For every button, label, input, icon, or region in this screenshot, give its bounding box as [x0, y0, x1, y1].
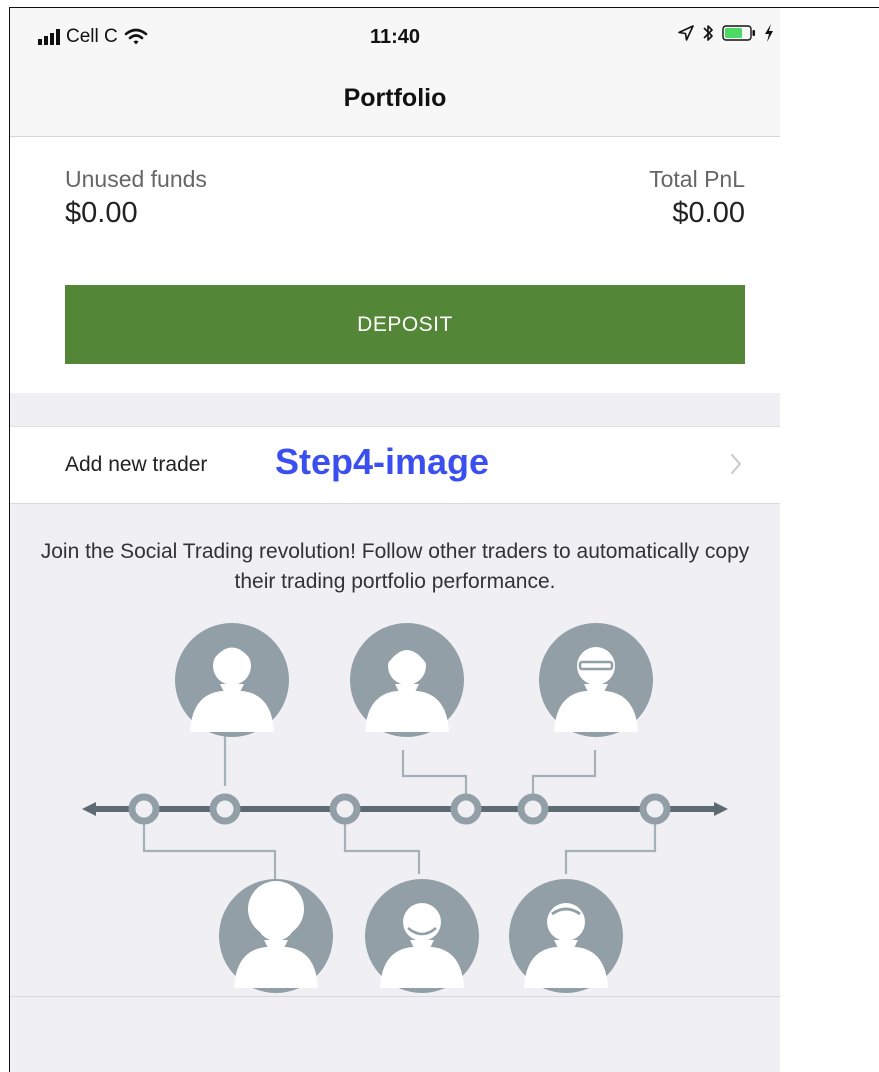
phone-screen: Cell C 11:40 Portfolio Unused funds $0.0… — [10, 8, 780, 1072]
unused-funds-label: Unused funds — [65, 166, 207, 192]
person-avatar-icon — [175, 623, 289, 737]
total-pnl-label: Total PnL — [649, 166, 745, 192]
add-new-trader-row[interactable]: Add new trader Step4-image — [10, 427, 780, 504]
step-overlay-label: Step4-image — [275, 441, 490, 482]
location-arrow-icon — [678, 25, 694, 41]
status-time: 11:40 — [369, 26, 421, 48]
nav-bar: Portfolio — [10, 64, 780, 137]
unused-funds-value: $0.00 — [65, 197, 138, 229]
social-trading-illustration — [82, 623, 728, 993]
bluetooth-icon — [703, 25, 713, 41]
person-avatar-icon — [350, 623, 464, 737]
person-avatar-icon — [509, 879, 623, 993]
add-new-trader-label: Add new trader — [65, 453, 208, 476]
deposit-button[interactable]: DEPOSIT — [65, 285, 745, 364]
person-avatar-icon — [365, 879, 479, 993]
page-title: Portfolio — [343, 84, 447, 112]
section-divider — [10, 996, 780, 997]
person-avatar-icon — [219, 879, 333, 993]
timeline — [82, 793, 728, 825]
charging-bolt-icon — [765, 24, 773, 42]
status-right — [678, 23, 774, 43]
total-pnl-value: $0.00 — [672, 197, 745, 229]
social-trading-promo: Join the Social Trading revolution! Foll… — [10, 504, 780, 1072]
status-bar: Cell C 11:40 — [10, 8, 780, 64]
battery-icon — [722, 25, 755, 41]
person-avatar-icon — [539, 623, 653, 737]
chevron-right-icon — [731, 454, 741, 474]
section-spacer — [10, 393, 780, 427]
